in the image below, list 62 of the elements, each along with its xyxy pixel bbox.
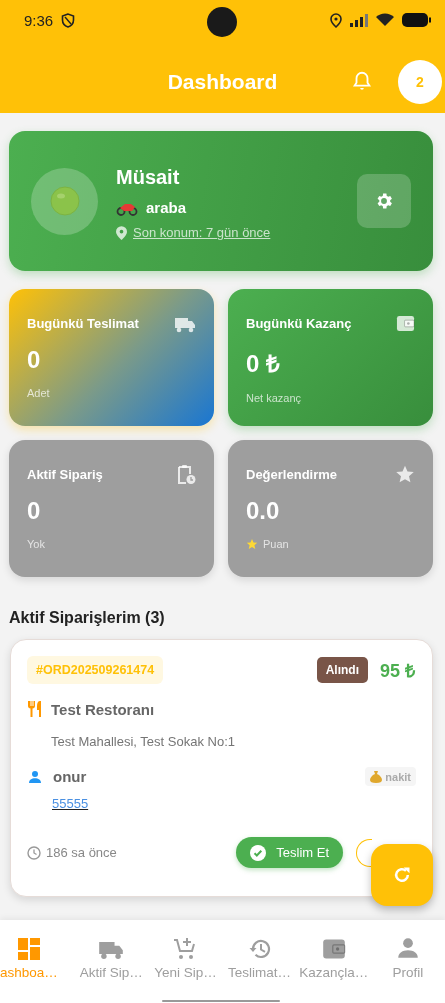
order-time: 186 sa önce [46, 845, 117, 860]
vehicle-type: araba [146, 199, 187, 216]
status-dot-icon [49, 186, 80, 216]
money-bag-icon [370, 770, 383, 783]
wallet-icon [321, 937, 346, 961]
stat-value: 0 ₺ [246, 349, 281, 379]
signal-icon [350, 13, 368, 27]
payment-tag: nakit [365, 767, 416, 786]
history-icon [247, 937, 272, 961]
cart-plus-icon [173, 937, 198, 961]
camera-cutout [207, 7, 237, 37]
order-code: #ORD202509261474 [27, 656, 164, 684]
phone-link[interactable]: 55555 [52, 796, 89, 811]
refresh-button[interactable] [371, 844, 433, 906]
stat-caption: Yok [27, 538, 45, 550]
clipboard-clock-icon [177, 463, 196, 485]
fork-knife-icon [27, 700, 43, 718]
stat-caption: Puan [263, 538, 289, 550]
restaurant-name: Test Restoranı [51, 700, 155, 718]
nav-tab[interactable]: Yeni Sip… [148, 920, 223, 984]
order-status-badge: Alındı [316, 657, 368, 683]
bell-icon[interactable] [351, 70, 373, 92]
star-icon [246, 538, 258, 550]
secondary-button[interactable] [356, 838, 372, 867]
stat-caption: Net kazanç [246, 392, 302, 404]
stat-title: Bugünkü Kazanç [246, 315, 352, 331]
clock-icon [27, 845, 41, 860]
stat-value: 0.0 [246, 497, 281, 525]
stat-value: 0 [27, 497, 42, 525]
location-icon [330, 12, 342, 28]
check-circle-icon [250, 844, 267, 861]
stat-title: Bugünkü Teslimat [27, 315, 139, 331]
dashboard-icon [17, 937, 41, 961]
screen-title: Dashboard [167, 70, 278, 94]
customer-name: onur [53, 768, 87, 785]
nav-tab[interactable]: ashboa… [0, 920, 75, 984]
last-location-link[interactable]: Son konum: 7 gün önce [133, 225, 271, 240]
star-icon [395, 464, 415, 484]
nav-tab[interactable]: Aktif Sip… [74, 920, 149, 984]
stat-value: 0 [27, 346, 42, 374]
status-time: 9:36 [24, 11, 54, 29]
location-pin-icon [116, 225, 127, 240]
restaurant-address: Test Mahallesi, Test Sokak No:1 [51, 734, 236, 749]
wifi-icon [376, 13, 394, 27]
nav-tab[interactable]: Kazançla… [296, 920, 371, 984]
refresh-icon [392, 865, 412, 885]
settings-button[interactable] [357, 174, 411, 228]
wallet-icon [396, 313, 415, 333]
nav-tab[interactable]: Profil [370, 920, 445, 984]
shield-icon [61, 12, 76, 28]
deliver-button[interactable]: Teslim Et [236, 837, 343, 868]
section-title: Aktif Siparişlerim (3) [9, 609, 166, 627]
home-indicator[interactable] [162, 1000, 280, 1002]
nav-tab[interactable]: Teslimat… [222, 920, 297, 984]
stat-title: Aktif Sipariş [27, 466, 103, 482]
stat-caption: Adet [27, 387, 50, 399]
availability-status: Müsait [116, 166, 181, 189]
avatar-button[interactable]: 2 [398, 60, 442, 104]
order-price: 95 ₺ [379, 660, 415, 682]
battery-icon [402, 13, 431, 27]
person-icon [27, 768, 43, 785]
stat-title: Değerlendirme [246, 466, 338, 482]
